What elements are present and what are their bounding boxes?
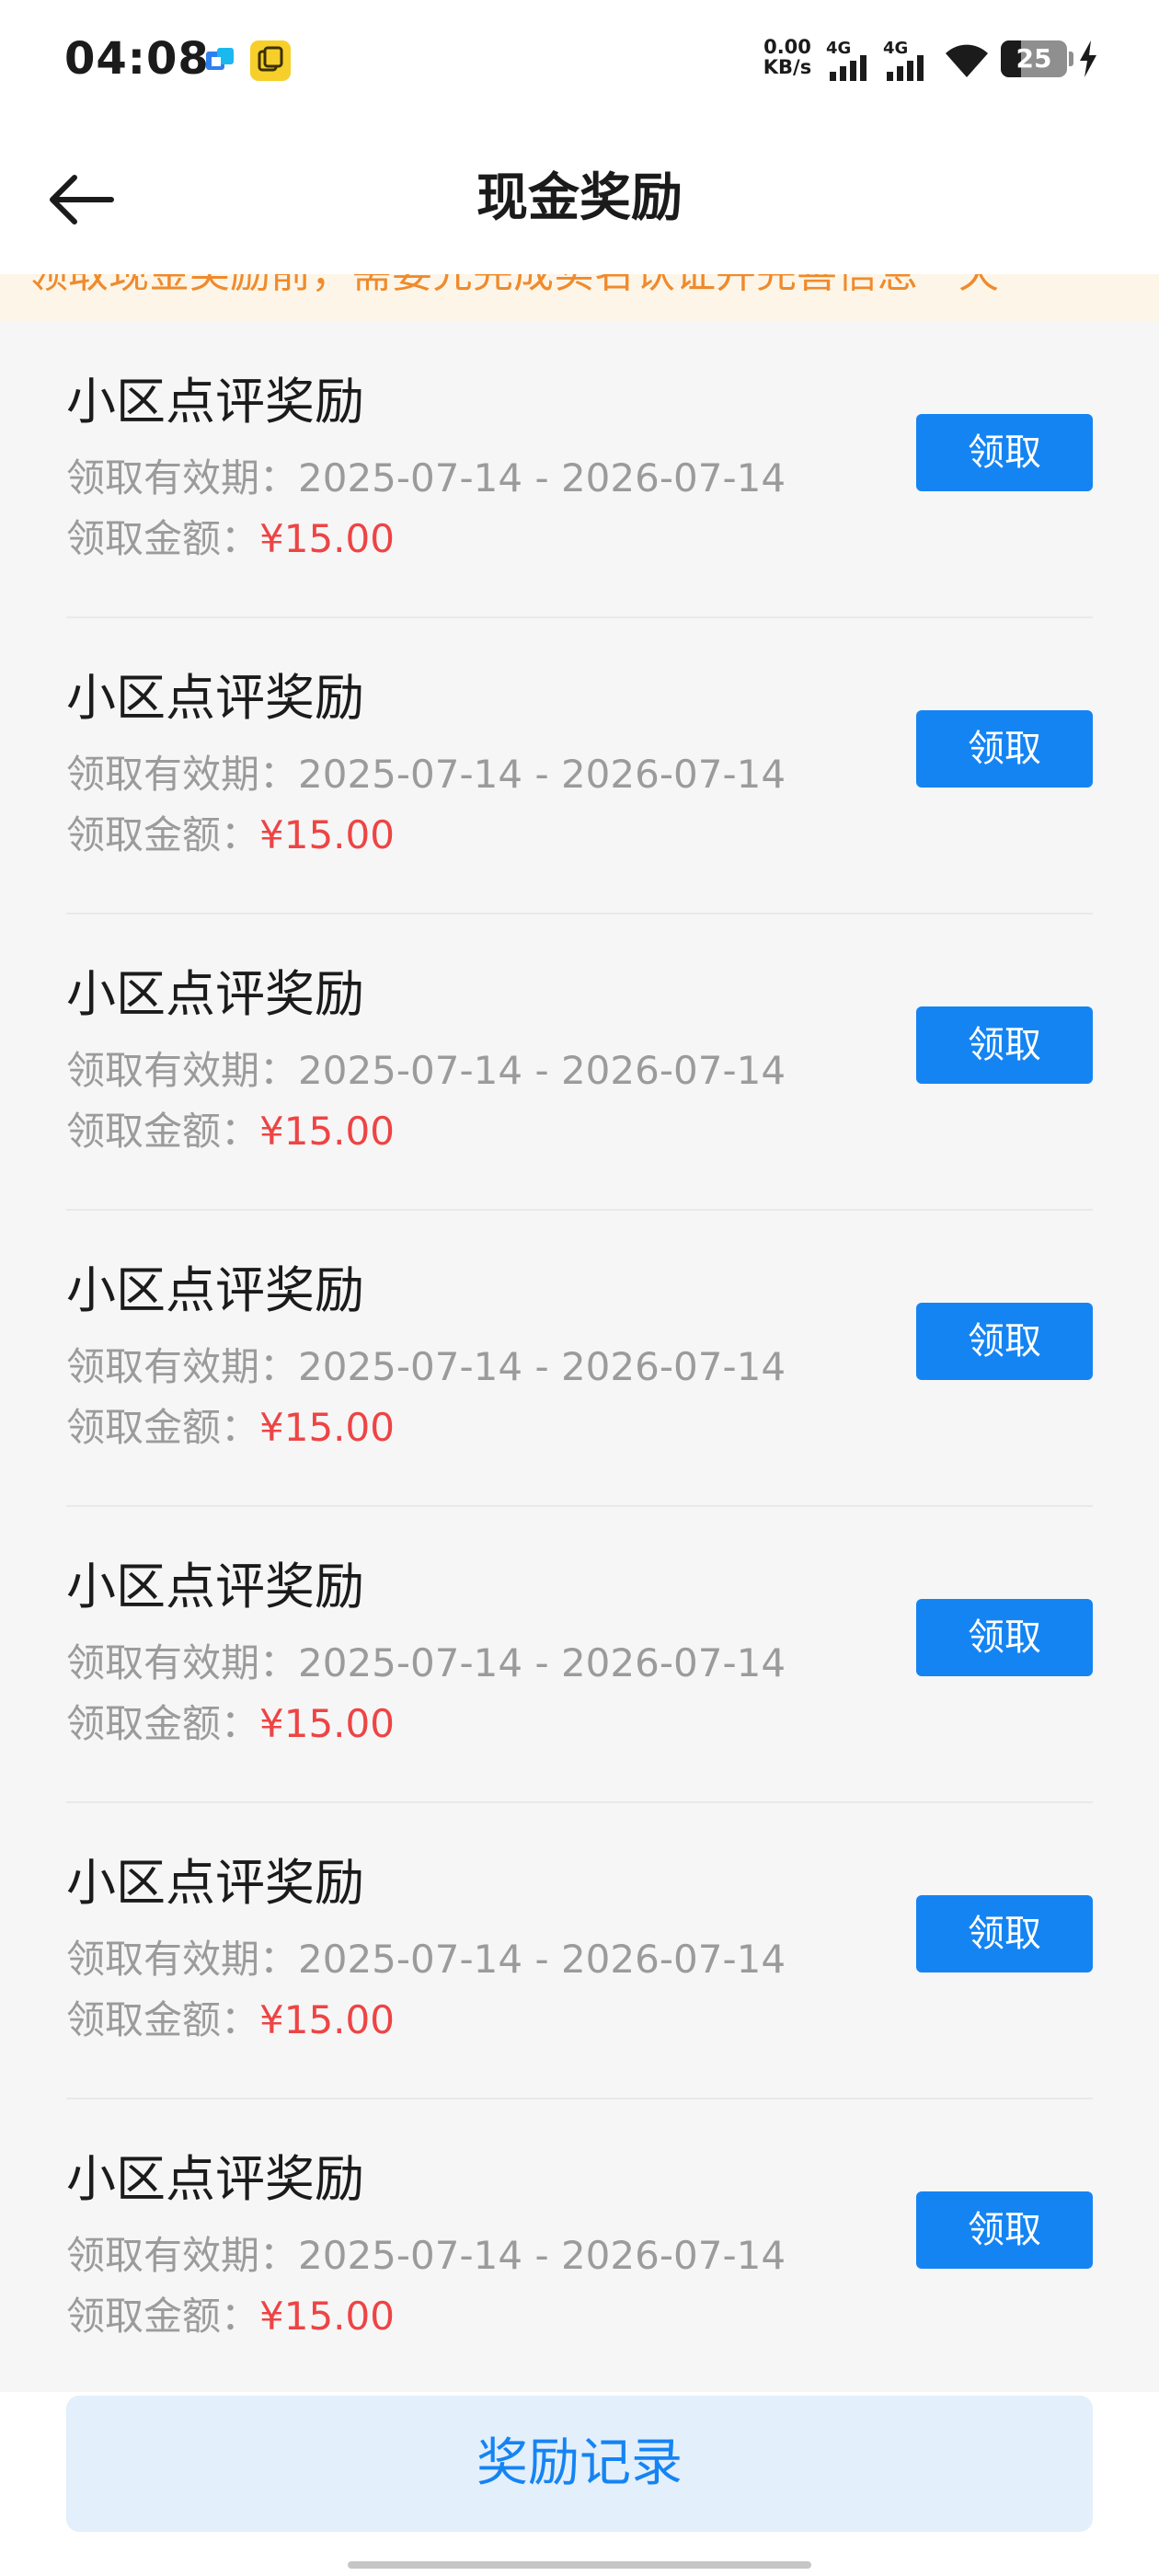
validity-label: 领取有效期：	[66, 455, 299, 500]
amount-label: 领取金额：	[66, 2294, 260, 2339]
bottom-bar: 奖励记录	[0, 2392, 1159, 2576]
back-button[interactable]	[37, 158, 125, 241]
reward-title: 小区点评奖励	[66, 1854, 364, 1912]
status-bar: 04:08 0.00 KB/s 4G 4G 25	[0, 0, 1159, 125]
reward-title: 小区点评奖励	[66, 965, 364, 1023]
reward-item: 小区点评奖励 领取有效期：2025-07-14 - 2026-07-14 领取金…	[66, 1211, 1093, 1507]
page-title: 现金奖励	[476, 168, 683, 228]
charging-icon	[1080, 40, 1096, 77]
reward-title: 小区点评奖励	[66, 2150, 364, 2208]
home-indicator[interactable]	[348, 2561, 811, 2569]
validity-range: 2025-07-14 - 2026-07-14	[298, 1344, 786, 1389]
reward-amount: 领取金额：¥15.00	[66, 808, 395, 863]
arrow-left-icon	[50, 175, 114, 224]
reward-amount: 领取金额：¥15.00	[66, 1104, 395, 1159]
claim-button[interactable]: 领取	[916, 2191, 1093, 2269]
amount-label: 领取金额：	[66, 516, 260, 561]
net-speed-value: 0.00	[763, 36, 811, 58]
status-time: 04:08	[64, 33, 210, 85]
amount-value: ¥15.00	[259, 1405, 395, 1450]
battery-icon: 25	[1001, 40, 1067, 77]
app-notification-icon	[206, 48, 234, 70]
reward-item: 小区点评奖励 领取有效期：2025-07-14 - 2026-07-14 领取金…	[66, 2099, 1093, 2396]
validity-range: 2025-07-14 - 2026-07-14	[298, 1048, 786, 1093]
amount-label: 领取金额：	[66, 1109, 260, 1154]
reward-amount: 领取金额：¥15.00	[66, 1993, 395, 2048]
validity-label: 领取有效期：	[66, 1640, 299, 1685]
reward-validity: 领取有效期：2025-07-14 - 2026-07-14	[66, 1043, 786, 1098]
reward-amount: 领取金额：¥15.00	[66, 1400, 395, 1455]
signal-icon	[830, 55, 866, 81]
claim-button[interactable]: 领取	[916, 1599, 1093, 1676]
amount-value: ¥15.00	[259, 2294, 395, 2339]
validity-range: 2025-07-14 - 2026-07-14	[298, 1640, 786, 1685]
claim-button[interactable]: 领取	[916, 1303, 1093, 1380]
reward-validity: 领取有效期：2025-07-14 - 2026-07-14	[66, 747, 786, 802]
amount-label: 领取金额：	[66, 1405, 260, 1450]
notice-text: 领取现金奖励前，需要先完成实名认证并完善信息一天	[28, 274, 999, 302]
reward-title: 小区点评奖励	[66, 669, 364, 727]
signal-2: 4G	[883, 39, 929, 81]
validity-label: 领取有效期：	[66, 1344, 299, 1389]
amount-value: ¥15.00	[259, 1109, 395, 1154]
amount-value: ¥15.00	[259, 516, 395, 561]
reward-item: 小区点评奖励 领取有效期：2025-07-14 - 2026-07-14 领取金…	[66, 914, 1093, 1211]
validity-range: 2025-07-14 - 2026-07-14	[298, 1937, 786, 1982]
reward-item: 小区点评奖励 领取有效期：2025-07-14 - 2026-07-14 领取金…	[66, 618, 1093, 914]
screen: 04:08 0.00 KB/s 4G 4G 25 现金奖励 小区点评奖励 领取有…	[0, 0, 1159, 2576]
amount-label: 领取金额：	[66, 1701, 260, 1746]
reward-title: 小区点评奖励	[66, 373, 364, 431]
validity-range: 2025-07-14 - 2026-07-14	[298, 752, 786, 797]
nav-bar: 现金奖励	[0, 125, 1159, 274]
reward-list: 小区点评奖励 领取有效期：2025-07-14 - 2026-07-14 领取金…	[0, 322, 1159, 2396]
reward-validity: 领取有效期：2025-07-14 - 2026-07-14	[66, 1932, 786, 1987]
reward-item: 小区点评奖励 领取有效期：2025-07-14 - 2026-07-14 领取金…	[66, 1803, 1093, 2099]
reward-records-button[interactable]: 奖励记录	[66, 2396, 1093, 2532]
amount-label: 领取金额：	[66, 1997, 260, 2042]
reward-validity: 领取有效期：2025-07-14 - 2026-07-14	[66, 451, 786, 506]
claim-button[interactable]: 领取	[916, 414, 1093, 491]
reward-amount: 领取金额：¥15.00	[66, 2289, 395, 2344]
reward-item: 小区点评奖励 领取有效期：2025-07-14 - 2026-07-14 领取金…	[66, 1507, 1093, 1803]
reward-validity: 领取有效期：2025-07-14 - 2026-07-14	[66, 2228, 786, 2283]
signal-1: 4G	[826, 39, 872, 81]
reward-validity: 领取有效期：2025-07-14 - 2026-07-14	[66, 1636, 786, 1691]
reward-amount: 领取金额：¥15.00	[66, 1696, 395, 1752]
battery-cap	[1069, 52, 1073, 66]
reward-validity: 领取有效期：2025-07-14 - 2026-07-14	[66, 1340, 786, 1395]
amount-label: 领取金额：	[66, 812, 260, 857]
battery-level: 25	[1016, 43, 1052, 74]
amount-value: ¥15.00	[259, 1701, 395, 1746]
net-speed: 0.00 KB/s	[760, 37, 815, 77]
validity-label: 领取有效期：	[66, 1937, 299, 1982]
reward-item: 小区点评奖励 领取有效期：2025-07-14 - 2026-07-14 领取金…	[66, 322, 1093, 618]
wifi-icon	[946, 44, 988, 77]
net-speed-unit: KB/s	[763, 56, 812, 78]
validity-range: 2025-07-14 - 2026-07-14	[298, 455, 786, 500]
validity-label: 领取有效期：	[66, 752, 299, 797]
claim-button[interactable]: 领取	[916, 1895, 1093, 1972]
validity-label: 领取有效期：	[66, 2233, 299, 2278]
notice-banner: 领取现金奖励前，需要先完成实名认证并完善信息一天	[0, 274, 1159, 322]
validity-range: 2025-07-14 - 2026-07-14	[298, 2233, 786, 2278]
signal-icon	[887, 55, 924, 81]
reward-title: 小区点评奖励	[66, 1558, 364, 1616]
reward-amount: 领取金额：¥15.00	[66, 512, 395, 567]
reward-title: 小区点评奖励	[66, 1261, 364, 1319]
amount-value: ¥15.00	[259, 1997, 395, 2042]
amount-value: ¥15.00	[259, 812, 395, 857]
copy-app-icon	[250, 40, 291, 81]
claim-button[interactable]: 领取	[916, 710, 1093, 788]
claim-button[interactable]: 领取	[916, 1006, 1093, 1084]
validity-label: 领取有效期：	[66, 1048, 299, 1093]
